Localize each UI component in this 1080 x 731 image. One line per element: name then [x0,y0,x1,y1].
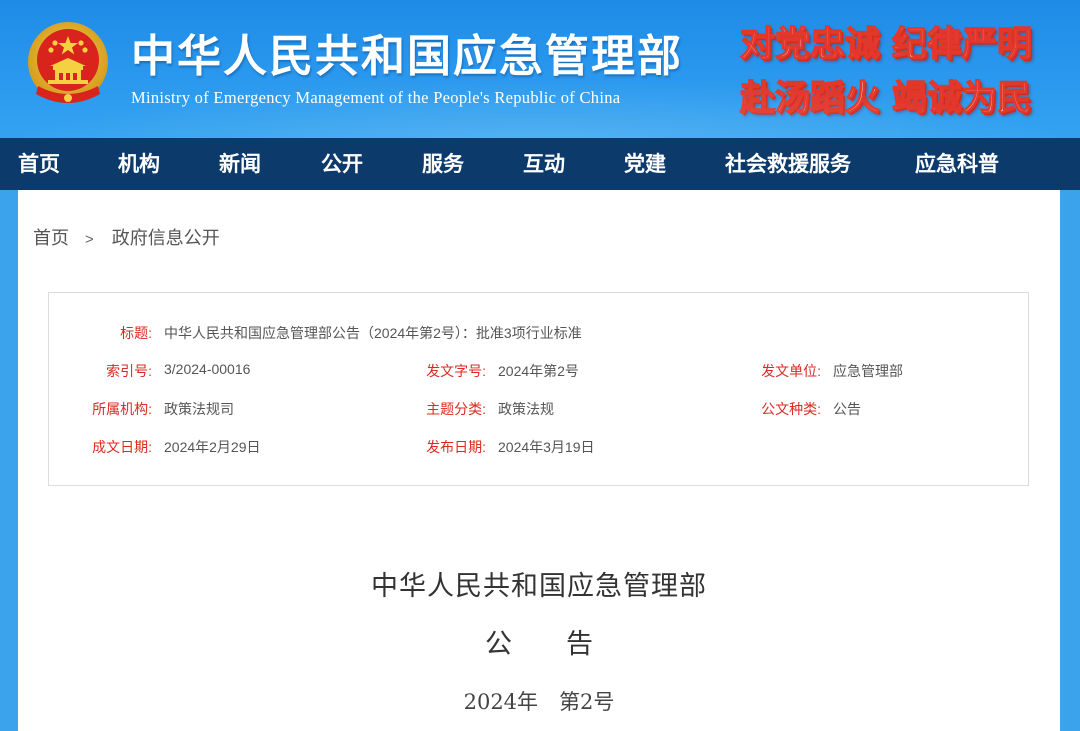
info-row: 索引号: 3/2024-00016 发文字号: 2024年第2号 发文单位: 应… [49,361,1028,383]
document-number: 2024年 第2号 [463,690,615,714]
info-type-value: 公告 [833,401,861,417]
info-org-value: 政策法规司 [164,401,234,417]
slogan-line-2: 赴汤蹈火 竭诚为民 [739,70,1033,121]
info-row: 所属机构: 政策法规司 主题分类: 政策法规 公文种类: 公告 [49,399,1028,421]
national-emblem-icon[interactable] [26,20,110,108]
slogan-phrase: 竭诚为民 [891,77,1033,119]
breadcrumb: 首页 > 政府信息公开 [33,224,220,250]
document-issuer-heading: 中华人民共和国应急管理部 [371,571,707,602]
document-kind-heading: 公 告 [485,629,593,660]
slogan-phrase: 对党忠诚 [739,23,881,65]
info-label: 成文日期: [92,439,152,455]
info-created-value: 2024年2月29日 [164,439,261,455]
info-topic-value: 政策法规 [498,401,554,417]
info-label: 所属机构: [92,401,152,417]
main-nav: 首页 机构 新闻 公开 服务 互动 党建 社会救援服务 应急科普 [0,138,1080,190]
info-label: 发文字号: [426,363,486,379]
nav-item-interaction[interactable]: 互动 [523,138,565,190]
info-label: 发文单位: [761,363,821,379]
breadcrumb-current[interactable]: 政府信息公开 [112,228,220,248]
nav-item-science[interactable]: 应急科普 [915,138,999,190]
info-label: 发布日期: [426,439,486,455]
info-published-value: 2024年3月19日 [498,439,595,455]
site-title[interactable]: 中华人民共和国应急管理部 [131,20,683,84]
nav-item-disclosure[interactable]: 公开 [321,138,363,190]
info-label: 索引号: [106,363,152,379]
info-doc-no-value: 2024年第2号 [498,363,579,379]
content-panel: 首页 > 政府信息公开 标题: 中华人民共和国应急管理部公告（2024年第2号）：批… [18,190,1060,731]
nav-item-social-rescue[interactable]: 社会救援服务 [725,138,851,190]
document-info-box: 标题: 中华人民共和国应急管理部公告（2024年第2号）：批准3项行业标准 索引… [48,292,1029,486]
nav-item-organization[interactable]: 机构 [118,138,160,190]
nav-item-services[interactable]: 服务 [422,138,464,190]
site-header: 中华人民共和国应急管理部 Ministry of Emergency Manag… [0,0,1080,138]
info-title-value: 中华人民共和国应急管理部公告（2024年第2号）：批准3项行业标准 [164,325,582,341]
breadcrumb-separator: > [85,231,94,248]
nav-item-home[interactable]: 首页 [18,138,60,190]
slogan-phrase: 赴汤蹈火 [739,77,881,119]
info-label: 公文种类: [761,401,821,417]
info-label: 标题: [120,325,152,341]
info-row-title: 标题: 中华人民共和国应急管理部公告（2024年第2号）：批准3项行业标准 [49,323,1028,345]
breadcrumb-home[interactable]: 首页 [33,228,69,248]
slogan-line-1: 对党忠诚 纪律严明 [739,16,1033,67]
slogan-phrase: 纪律严明 [891,23,1033,65]
info-issuer-value: 应急管理部 [833,363,903,379]
info-index-value: 3/2024-00016 [164,361,251,377]
info-row: 成文日期: 2024年2月29日 发布日期: 2024年3月19日 [49,437,1028,459]
nav-item-news[interactable]: 新闻 [219,138,261,190]
site-subtitle: Ministry of Emergency Management of the … [131,88,621,107]
info-label: 主题分类: [426,401,486,417]
nav-item-party-building[interactable]: 党建 [624,138,666,190]
